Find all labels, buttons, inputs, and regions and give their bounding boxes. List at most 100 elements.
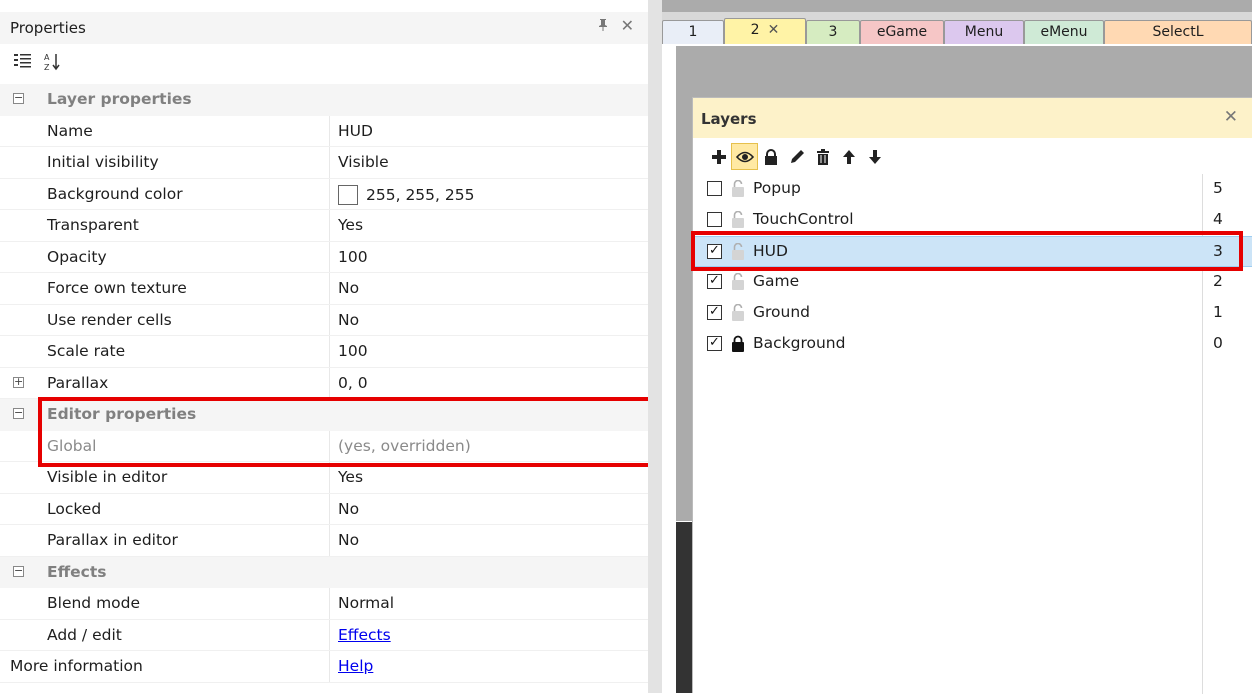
grid-divider [329,493,330,524]
tab-selectl[interactable]: SelectL [1104,20,1252,44]
property-row[interactable]: Force own texture No [0,273,648,305]
lock-icon[interactable] [731,303,745,325]
lock-icon[interactable] [731,335,745,356]
collapse-icon[interactable]: − [13,407,24,419]
property-category[interactable]: − Layer properties [0,84,648,116]
property-value-text: No [338,531,360,549]
layer-index: 5 [1213,179,1223,197]
tab-3[interactable]: 3 [806,20,860,44]
layer-row[interactable]: ✓ Ground 1 [693,298,1252,329]
property-row[interactable]: Blend mode Normal [0,588,648,620]
property-category[interactable]: − Editor properties [0,399,648,431]
property-value[interactable]: Effects [338,626,391,644]
lock-icon[interactable] [731,179,745,201]
lock-icon[interactable] [731,242,745,264]
pencil-icon[interactable] [783,143,810,170]
visibility-checkbox[interactable]: ✓ [707,336,722,351]
tab-close-icon[interactable]: ✕ [768,22,780,38]
layer-row[interactable]: ✓ Background 0 [693,329,1252,360]
tab-menu[interactable]: Menu [944,20,1024,44]
visibility-checkbox[interactable]: ✓ [707,305,722,320]
property-value-text: 100 [338,342,368,360]
property-row[interactable]: Visible in editor Yes [0,462,648,494]
property-value-text: Yes [338,468,364,486]
property-value[interactable]: No [338,279,359,297]
lock-icon[interactable] [731,272,745,294]
visibility-checkbox[interactable] [707,181,722,196]
visibility-checkbox[interactable]: ✓ [707,244,722,259]
grid-divider [329,241,330,272]
property-category[interactable]: − Effects [0,556,648,588]
property-value[interactable]: (yes, overridden) [338,437,471,455]
property-value-text: Visible [338,153,389,171]
collapse-icon[interactable]: − [13,92,24,104]
tab-emenu[interactable]: eMenu [1024,20,1104,44]
property-value[interactable]: No [338,531,359,549]
collapse-icon[interactable]: − [13,565,24,577]
property-value[interactable]: Normal [338,594,394,612]
tab-label: 2 [750,22,760,38]
property-row[interactable]: More information Help [0,651,648,683]
lock-icon[interactable] [757,143,784,170]
property-row[interactable]: Global (yes, overridden) [0,430,648,462]
property-name: Locked [47,499,102,518]
color-swatch[interactable] [338,184,358,205]
visibility-checkbox[interactable] [707,212,722,227]
categorized-icon[interactable] [14,52,32,74]
property-value[interactable]: No [338,500,359,518]
layer-row[interactable]: ✓ HUD 3 [693,236,1252,267]
expand-icon[interactable]: + [13,376,24,388]
tab-2[interactable]: 2 ✕ [724,18,806,44]
tab-label: eGame [876,24,928,40]
visibility-checkbox[interactable]: ✓ [707,274,722,289]
property-row[interactable]: Add / edit Effects [0,619,648,651]
property-row[interactable]: Parallax in editor No [0,525,648,557]
tab-1[interactable]: 1 [662,20,724,44]
tab-label: SelectL [1152,24,1204,40]
property-value[interactable]: Yes [338,216,363,234]
trash-icon[interactable] [809,143,836,170]
layer-index: 1 [1213,303,1223,321]
close-icon[interactable]: ✕ [1224,107,1238,127]
property-value[interactable]: 255, 255, 255 [338,184,474,205]
layer-row[interactable]: ✓ Game 2 [693,267,1252,298]
add-icon[interactable] [705,143,732,170]
property-value-text: 100 [338,247,368,266]
property-row[interactable]: Opacity 100 [0,241,648,273]
property-value-text: Yes [338,216,364,234]
property-link[interactable]: Effects [338,626,391,644]
eye-icon[interactable] [731,143,758,170]
property-value[interactable]: 0, 0 [338,374,368,392]
property-value[interactable]: 100 [338,248,368,266]
property-value[interactable]: Help [338,657,373,675]
lock-icon[interactable] [731,210,745,232]
property-row[interactable]: Scale rate 100 [0,336,648,368]
layer-row[interactable]: Popup 5 [693,174,1252,205]
layers-title-bar[interactable]: Layers ✕ [693,98,1252,138]
property-row[interactable]: Initial visibility Visible [0,147,648,179]
property-row[interactable]: Name HUD [0,115,648,147]
close-icon[interactable]: ✕ [621,16,634,35]
property-value[interactable]: Visible [338,153,389,171]
property-value[interactable]: 100 [338,342,368,360]
property-row[interactable]: Transparent Yes [0,210,648,242]
pin-icon[interactable] [596,17,610,35]
arrow-down-icon[interactable] [861,143,888,170]
property-row[interactable]: Background color 255, 255, 255 [0,178,648,210]
property-value[interactable]: HUD [338,122,373,140]
layer-row[interactable]: TouchControl 4 [693,205,1252,236]
property-value[interactable]: No [338,311,359,329]
property-link[interactable]: Help [338,657,373,675]
tab-egame[interactable]: eGame [860,20,944,44]
panel-splitter[interactable] [648,0,662,693]
sort-az-icon[interactable]: AZ [44,52,62,76]
property-name: Background color [47,184,183,203]
property-row[interactable]: + Parallax 0, 0 [0,367,648,399]
property-name: Visible in editor [47,468,168,486]
arrow-up-icon[interactable] [835,143,862,170]
property-row[interactable]: Locked No [0,493,648,525]
layer-index: 4 [1213,210,1223,228]
svg-text:Z: Z [44,63,50,72]
property-value[interactable]: Yes [338,468,363,486]
property-row[interactable]: Use render cells No [0,304,648,336]
